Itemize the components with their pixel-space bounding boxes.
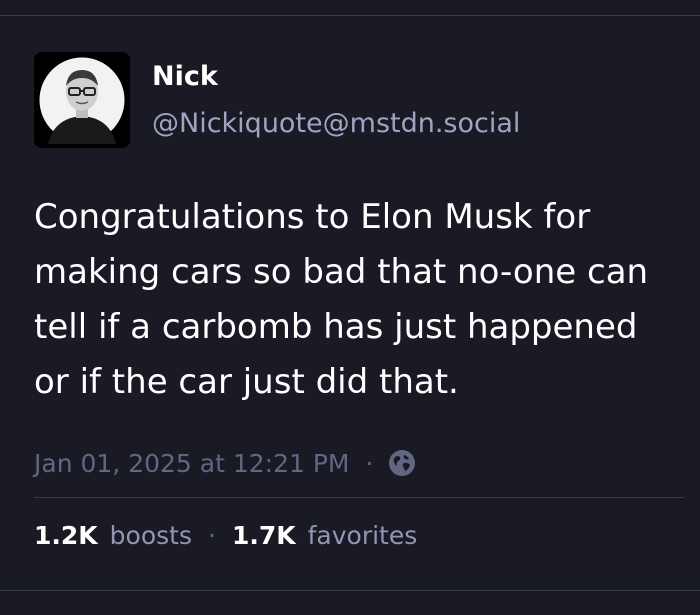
- globe-icon: [387, 448, 417, 478]
- post-meta: Jan 01, 2025 at 12:21 PM ·: [34, 443, 417, 483]
- top-divider: [0, 15, 700, 16]
- stats-divider: [34, 497, 684, 498]
- favorites-stat[interactable]: 1.7K favorites: [232, 521, 417, 550]
- post-line: tell if a carbomb has just happened: [34, 307, 638, 347]
- post-line: making cars so bad that no-one can: [34, 252, 649, 292]
- post-line: Congratulations to Elon Musk for: [34, 197, 591, 237]
- boosts-label: boosts: [109, 520, 192, 550]
- post-stats: 1.2K boosts · 1.7K favorites: [34, 515, 417, 555]
- avatar-portrait-icon: [34, 52, 130, 148]
- author-handle[interactable]: @Nickiquote@mstdn.social: [152, 107, 520, 141]
- post-timestamp[interactable]: Jan 01, 2025 at 12:21 PM: [34, 449, 349, 478]
- bottom-divider: [0, 590, 700, 591]
- author-display-name[interactable]: Nick: [152, 60, 218, 94]
- stats-separator: ·: [207, 520, 216, 550]
- boosts-count: 1.2K: [34, 520, 98, 550]
- boosts-stat[interactable]: 1.2K boosts: [34, 521, 192, 550]
- favorites-label: favorites: [307, 520, 418, 550]
- meta-separator: ·: [365, 448, 374, 478]
- avatar[interactable]: [34, 52, 130, 148]
- post-line: or if the car just did that.: [34, 362, 459, 402]
- post-content: Congratulations to Elon Musk for making …: [34, 190, 684, 410]
- favorites-count: 1.7K: [231, 520, 296, 550]
